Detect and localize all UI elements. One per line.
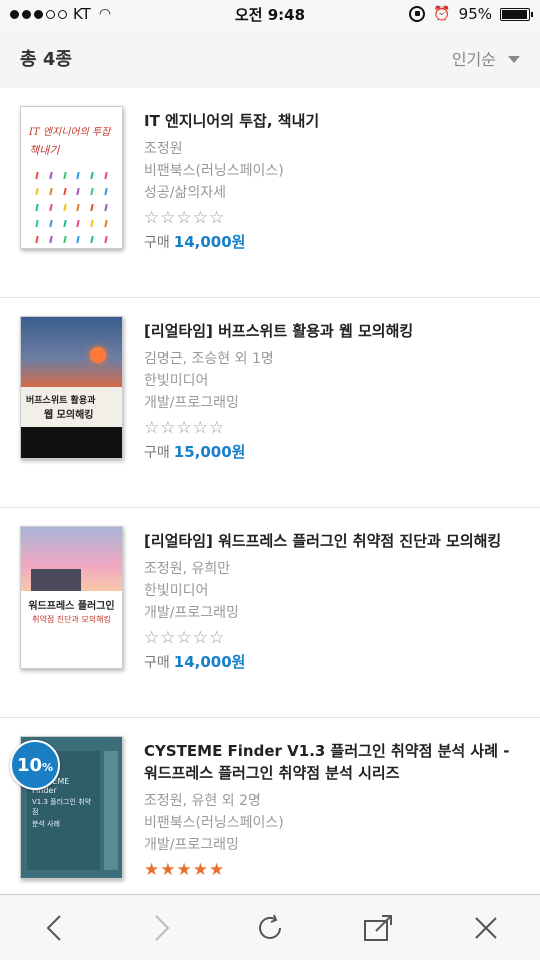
orientation-lock-icon [409,6,426,22]
book-item[interactable]: 워드프레스 플러그인 취약점 진단과 모의해킹 [리얼타임] 워드프레스 플러그… [0,508,540,718]
list-header: 총 4종 인기순 [0,28,540,88]
book-title[interactable]: IT 엔지니어의 투잡, 책내기 [144,110,520,132]
book-cover[interactable]: 워드프레스 플러그인 취약점 진단과 모의해킹 [20,526,123,669]
price-label: 구매 [144,445,170,461]
discount-badge: 10% [10,740,60,790]
chevron-down-icon [508,55,520,63]
star-icon: ☆ [160,208,176,228]
book-title[interactable]: [리얼타임] 워드프레스 플러그인 취약점 진단과 모의해킹 [144,530,520,552]
star-icon: ★ [192,860,208,880]
browser-toolbar [0,894,540,960]
book-author: 조정원, 유현 외 2명 [144,793,261,809]
rating-stars: ★ ★ ★ ★ ★ [144,859,520,881]
battery-icon [500,7,533,21]
reload-icon[interactable] [250,908,290,948]
star-icon: ☆ [144,208,160,228]
star-icon: ☆ [144,628,160,648]
rating-stars: ☆ ☆ ☆ ☆ ☆ [144,627,520,649]
book-publisher: 한빛미디어 [144,373,209,389]
star-icon: ★ [144,860,160,880]
star-icon: ☆ [160,418,176,438]
book-item[interactable]: 버프스위트 활용과 웹 모의해킹 [리얼타임] 버프스위트 활용과 웹 모의해킹… [0,298,540,508]
price-label: 구매 [144,655,170,671]
sort-dropdown[interactable]: 인기순 [452,46,520,70]
book-category: 성공/삶의자세 [144,185,226,201]
book-publisher: 비팬북스(러닝스페이스) [144,163,284,179]
wifi-icon: ◠ [98,6,112,22]
star-icon: ☆ [160,628,176,648]
price-value: 14,000원 [173,653,246,671]
star-icon: ☆ [176,628,192,648]
book-publisher: 한빛미디어 [144,583,209,599]
book-list: IT 엔지니어의 투잡 책내기 IT 엔지니어의 투잡, 책내기 조정원 비팬북… [0,88,540,928]
book-author: 김명근, 조승현 외 1명 [144,351,274,367]
price-value: 14,000원 [173,233,246,251]
book-cover[interactable]: IT 엔지니어의 투잡 책내기 [20,106,123,249]
book-title[interactable]: CYSTEME Finder V1.3 플러그인 취약점 분석 사례 - 워드프… [144,740,520,784]
signal-strength-icon [10,9,67,19]
star-icon: ☆ [176,208,192,228]
alarm-icon: ⏰ [433,6,451,22]
book-author: 조정원, 유희만 [144,561,231,577]
book-item[interactable]: IT 엔지니어의 투잡 책내기 IT 엔지니어의 투잡, 책내기 조정원 비팬북… [0,88,540,298]
rating-stars: ☆ ☆ ☆ ☆ ☆ [144,207,520,229]
star-icon: ★ [160,860,176,880]
star-icon: ☆ [192,418,208,438]
star-icon: ★ [209,860,225,880]
book-publisher: 비팬북스(러닝스페이스) [144,815,284,831]
carrier-name: KT [73,5,91,23]
price-row: 구매 14,000원 [144,231,520,254]
book-category: 개발/프로그래밍 [144,395,239,411]
star-icon: ☆ [192,208,208,228]
book-title[interactable]: [리얼타임] 버프스위트 활용과 웹 모의해킹 [144,320,520,342]
star-icon: ☆ [144,418,160,438]
star-icon: ☆ [209,628,225,648]
price-row: 구매 14,000원 [144,651,520,674]
close-icon[interactable] [466,908,506,948]
status-bar: KT ◠ 오전 9:48 ⏰ 95% [0,0,540,28]
book-category: 개발/프로그래밍 [144,837,239,853]
book-category: 개발/프로그래밍 [144,605,239,621]
book-cover[interactable]: 버프스위트 활용과 웹 모의해킹 [20,316,123,459]
share-icon[interactable] [358,908,398,948]
forward-icon[interactable] [142,908,182,948]
star-icon: ☆ [176,418,192,438]
star-icon: ☆ [209,418,225,438]
star-icon: ★ [176,860,192,880]
star-icon: ☆ [192,628,208,648]
sort-label: 인기순 [451,50,496,69]
rating-stars: ☆ ☆ ☆ ☆ ☆ [144,417,520,439]
price-row: 구매 15,000원 [144,441,520,464]
price-label: 구매 [144,235,170,251]
star-icon: ☆ [209,208,225,228]
book-author: 조정원 [144,141,183,157]
back-icon[interactable] [34,908,74,948]
battery-percent: 95% [458,5,492,23]
total-count: 총 4종 [20,49,72,70]
price-value: 15,000원 [173,443,246,461]
